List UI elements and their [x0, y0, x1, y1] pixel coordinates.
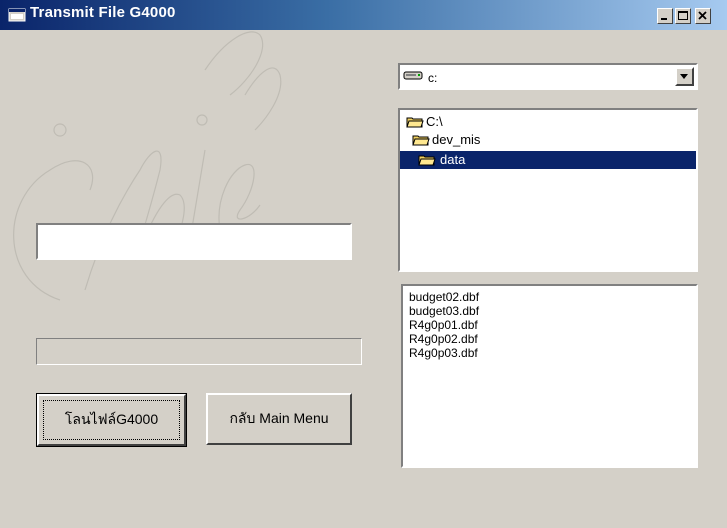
file-item[interactable]: budget02.dbf — [409, 290, 479, 304]
close-button[interactable] — [695, 8, 711, 24]
directory-label: dev_mis — [432, 132, 481, 147]
directory-item-root[interactable]: C:\ — [406, 113, 496, 131]
drive-dropdown-button[interactable] — [675, 67, 694, 86]
load-file-label: โลนไฟล์G4000 — [64, 411, 159, 427]
file-item[interactable]: budget03.dbf — [409, 304, 479, 318]
directory-item-dev-mis[interactable]: dev_mis — [412, 131, 522, 149]
file-list[interactable]: budget02.dbf budget03.dbf R4g0p01.dbf R4… — [401, 284, 698, 468]
minimize-button[interactable] — [657, 8, 673, 24]
maximize-button[interactable] — [675, 8, 691, 24]
transmit-file-window: Transmit File G4000 c: C:\ dev_mis data … — [0, 0, 727, 528]
drive-value: c: — [428, 71, 438, 85]
file-item[interactable]: R4g0p01.dbf — [409, 318, 478, 332]
watermark — [13, 31, 282, 301]
progress-bar — [36, 338, 362, 365]
open-folder-icon — [412, 135, 430, 146]
back-to-main-menu-button[interactable]: กลับ Main Menu — [206, 393, 352, 445]
directory-label: data — [440, 152, 466, 167]
minimize-icon — [661, 18, 667, 20]
back-label: กลับ Main Menu — [229, 410, 329, 426]
maximize-icon — [678, 11, 688, 20]
directory-item-data[interactable]: data — [400, 151, 696, 169]
chevron-down-icon — [680, 74, 688, 79]
load-file-button[interactable]: โลนไฟล์G4000 — [36, 393, 187, 447]
file-item[interactable]: R4g0p02.dbf — [409, 332, 478, 346]
file-item[interactable]: R4g0p03.dbf — [409, 346, 478, 360]
title-bar[interactable]: Transmit File G4000 — [0, 0, 727, 30]
directory-label: C:\ — [426, 114, 443, 129]
open-folder-icon — [418, 155, 436, 166]
directory-list[interactable]: C:\ dev_mis data — [398, 108, 698, 272]
close-icon — [698, 11, 707, 20]
open-folder-icon — [406, 117, 424, 128]
app-icon — [8, 8, 26, 22]
window-title: Transmit File G4000 — [30, 4, 176, 21]
drive-select[interactable]: c: — [398, 63, 698, 90]
filename-textbox[interactable] — [36, 223, 352, 260]
hard-drive-icon — [403, 71, 423, 80]
